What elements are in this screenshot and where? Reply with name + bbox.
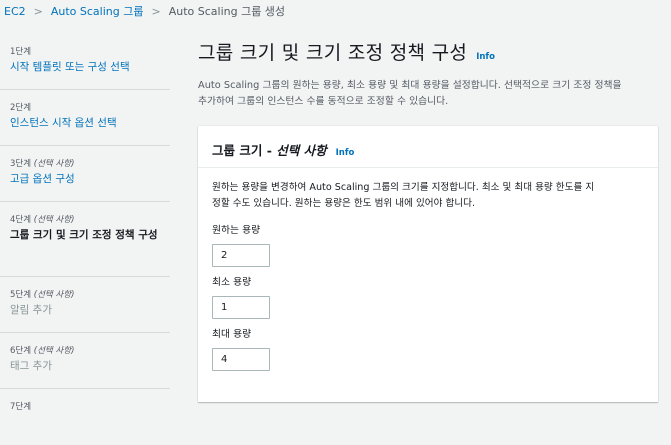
desired-capacity-label: 원하는 용량 (212, 225, 261, 236)
wizard-step-2: 2단계 인스턴스 시작 옵션 선택 (0, 90, 170, 146)
desired-capacity-field: 원하는 용량 (212, 224, 644, 267)
max-capacity-label: 최대 용량 (212, 329, 252, 340)
breadcrumb-ec2-link[interactable]: EC2 (4, 5, 26, 18)
page-description-line: 추가하여 그룹의 인스턴스 수를 동적으로 조정할 수 있습니다. (198, 96, 449, 107)
main-content: 그룹 크기 및 크기 조정 정책 구성 Info Auto Scaling 그룹… (198, 38, 671, 110)
wizard-step-5: 5단계 (선택 사항) 알림 추가 (0, 277, 170, 333)
step-number: 1단계 (10, 47, 32, 57)
step-number: 6단계 (선택 사항) (10, 346, 75, 356)
step-number: 4단계 (선택 사항) (10, 215, 75, 225)
step-number: 5단계 (선택 사항) (10, 290, 75, 300)
panel-body: 원하는 용량을 변경하여 Auto Scaling 그룹의 크기를 지정합니다.… (198, 168, 658, 371)
min-capacity-field: 최소 용량 (212, 276, 644, 319)
max-capacity-input[interactable] (212, 348, 270, 371)
panel-description: 원하는 용량을 변경하여 Auto Scaling 그룹의 크기를 지정합니다.… (212, 180, 644, 212)
min-capacity-label: 최소 용량 (212, 277, 252, 288)
step-5-title: 알림 추가 (10, 304, 52, 316)
step-number: 3단계 (선택 사항) (10, 159, 75, 169)
wizard-steps: 1단계 시작 템플릿 또는 구성 선택 2단계 인스턴스 시작 옵션 선택 3단… (0, 34, 170, 445)
wizard-step-7: 7단계 (0, 389, 170, 445)
panel-title: 그룹 크기 - 선택 사항 (212, 143, 327, 158)
breadcrumb: EC2 > Auto Scaling 그룹 > Auto Scaling 그룹 … (0, 0, 671, 22)
step-number: 7단계 (10, 402, 32, 412)
panel-description-line: 원하는 용량을 변경하여 Auto Scaling 그룹의 크기를 지정합니다.… (212, 182, 595, 193)
min-capacity-input[interactable] (212, 296, 270, 319)
step-1-link[interactable]: 시작 템플릿 또는 구성 선택 (10, 60, 170, 74)
breadcrumb-chevron-icon: > (33, 4, 43, 18)
page-description-line: Auto Scaling 그룹의 원하는 용량, 최소 용량 및 최대 용량을 … (198, 80, 622, 91)
group-size-panel: 그룹 크기 - 선택 사항 Info 원하는 용량을 변경하여 Auto Sca… (198, 126, 658, 402)
step-4-current: 그룹 크기 및 크기 조정 정책 구성 (10, 229, 158, 241)
page-title-row: 그룹 크기 및 크기 조정 정책 구성 Info (198, 38, 671, 65)
wizard-step-1: 1단계 시작 템플릿 또는 구성 선택 (0, 34, 170, 90)
step-6-title: 태그 추가 (10, 360, 52, 372)
wizard-step-3: 3단계 (선택 사항) 고급 옵션 구성 (0, 146, 170, 202)
breadcrumb-asg-link[interactable]: Auto Scaling 그룹 (51, 3, 144, 19)
page-description: Auto Scaling 그룹의 원하는 용량, 최소 용량 및 최대 용량을 … (198, 78, 671, 110)
panel-description-line: 정할 수도 있습니다. 원하는 용량은 한도 범위 내에 있어야 합니다. (212, 198, 476, 209)
page-title: 그룹 크기 및 크기 조정 정책 구성 (198, 42, 468, 64)
step-number: 2단계 (10, 103, 32, 113)
step-3-link[interactable]: 고급 옵션 구성 (10, 172, 170, 186)
breadcrumb-current: Auto Scaling 그룹 생성 (168, 5, 286, 18)
desired-capacity-input[interactable] (212, 244, 270, 267)
wizard-step-6: 6단계 (선택 사항) 태그 추가 (0, 333, 170, 389)
panel-info-link[interactable]: Info (336, 148, 355, 158)
max-capacity-field: 최대 용량 (212, 328, 644, 371)
breadcrumb-chevron-icon: > (151, 4, 161, 18)
panel-header: 그룹 크기 - 선택 사항 Info (198, 126, 658, 168)
wizard-step-4: 4단계 (선택 사항) 그룹 크기 및 크기 조정 정책 구성 (0, 202, 170, 277)
page-info-link[interactable]: Info (476, 52, 495, 62)
step-2-link[interactable]: 인스턴스 시작 옵션 선택 (10, 116, 170, 130)
